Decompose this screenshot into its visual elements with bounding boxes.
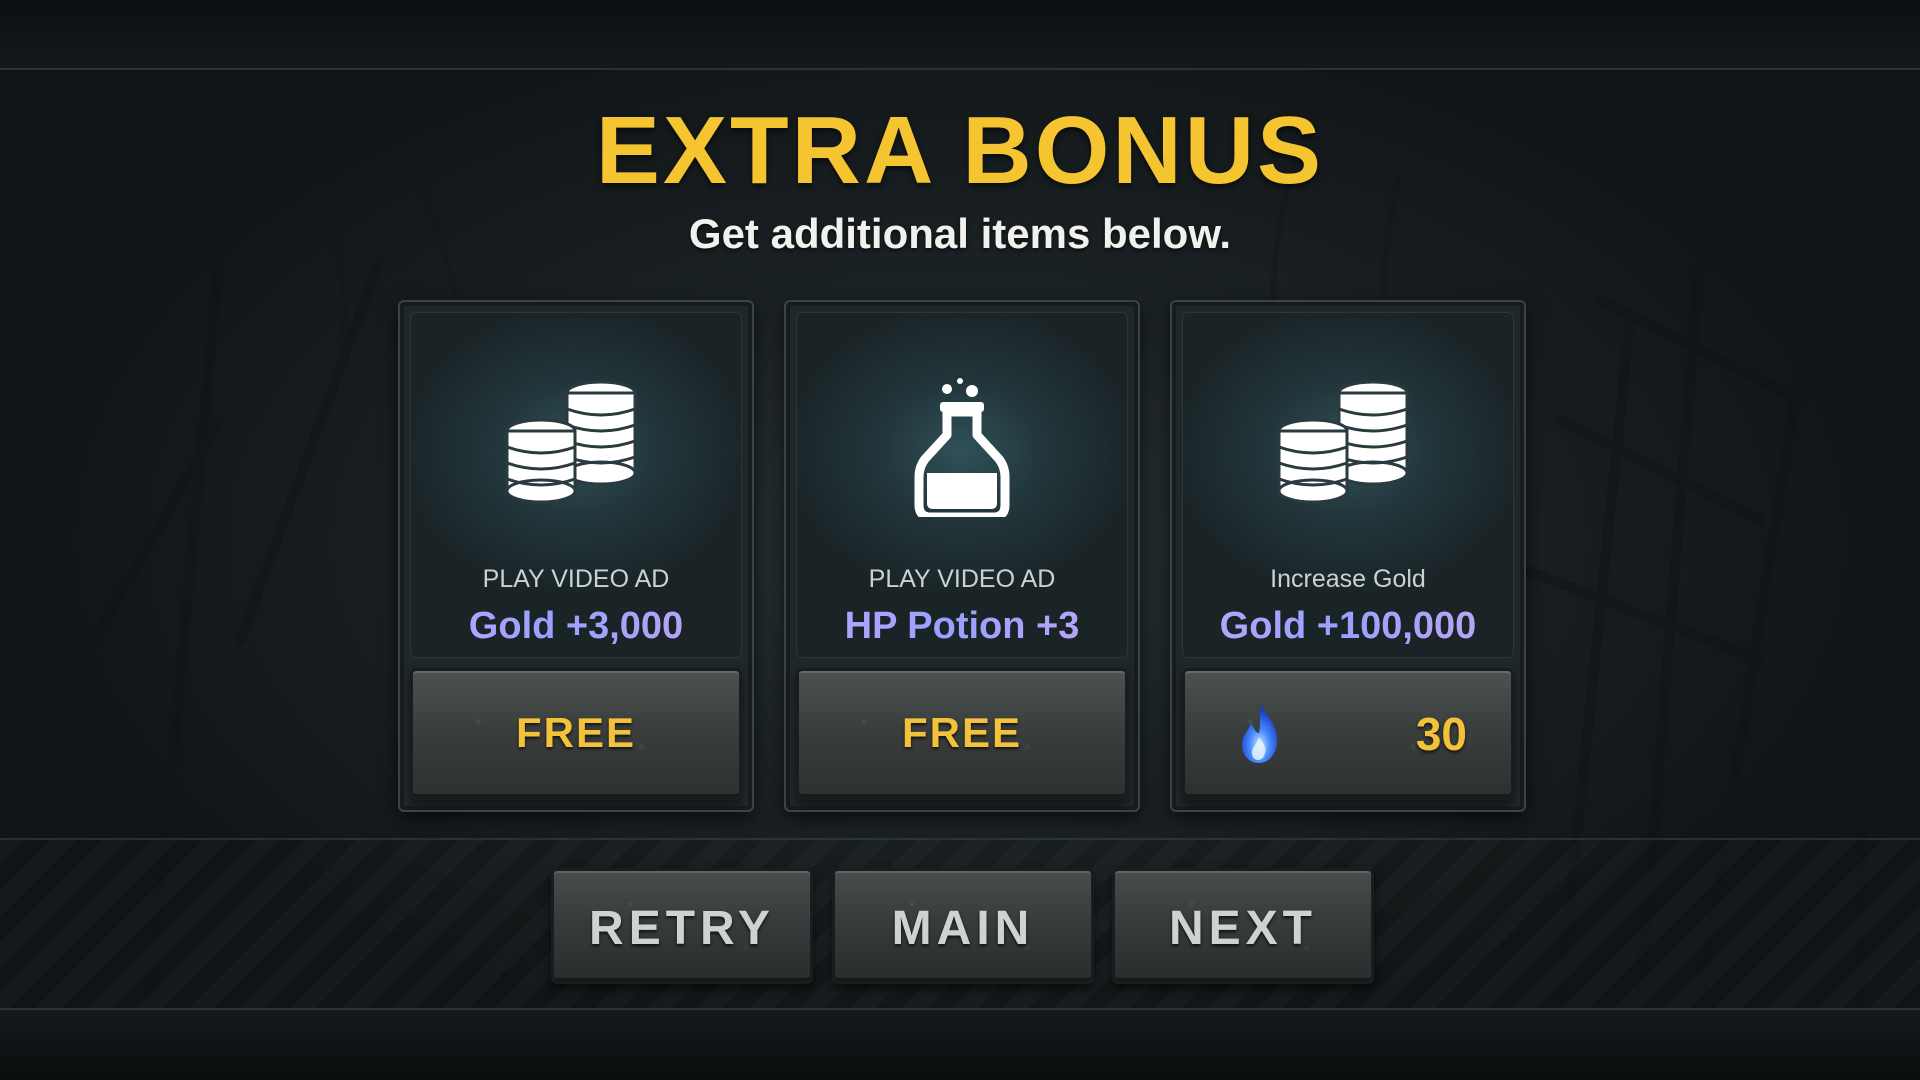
extra-bonus-screen: EXTRA BONUS Get additional items below. … [0,0,1920,1080]
bonus-card-gold-ad: PLAY VIDEO AD Gold +3,000 FREE [398,300,754,812]
gold-coins-icon [505,380,637,504]
bottom-letterbox [0,1008,1920,1080]
buy-with-flame-button[interactable]: 30 [1182,668,1514,800]
free-claim-button[interactable]: FREE [410,668,742,800]
card-reward: Gold +3,000 [411,605,741,648]
bonus-card-increase-gold: Increase Gold Gold +100,000 30 [1170,300,1526,812]
free-claim-button[interactable]: FREE [796,668,1128,800]
card-caption: PLAY VIDEO AD [868,565,1056,593]
card-panel: Increase Gold Gold +100,000 [1182,312,1514,658]
card-panel: PLAY VIDEO AD Gold +3,000 [410,312,742,658]
next-label: NEXT [1168,902,1317,955]
card-caption: PLAY VIDEO AD [482,565,670,593]
card-reward: Gold +100,000 [1183,605,1513,648]
top-letterbox [0,0,1920,70]
card-caption: Increase Gold [1270,565,1426,593]
cost-value: 30 [1415,708,1467,760]
hp-potion-icon [914,378,1010,517]
main-button[interactable]: MAIN [832,868,1094,984]
card-panel: PLAY VIDEO AD HP Potion +3 [796,312,1128,658]
next-button[interactable]: NEXT [1112,868,1374,984]
page-subtitle: Get additional items below. [688,210,1232,257]
blue-flame-icon [1242,705,1278,763]
card-reward: HP Potion +3 [797,605,1127,648]
button-label: FREE [515,709,636,756]
gold-coins-icon [1277,380,1409,504]
page-title: EXTRA BONUS [595,97,1325,204]
retry-label: RETRY [589,902,775,955]
button-label: FREE [901,709,1022,756]
bonus-card-potion-ad: PLAY VIDEO AD HP Potion +3 FREE [784,300,1140,812]
retry-button[interactable]: RETRY [551,868,813,984]
main-label: MAIN [891,902,1035,955]
